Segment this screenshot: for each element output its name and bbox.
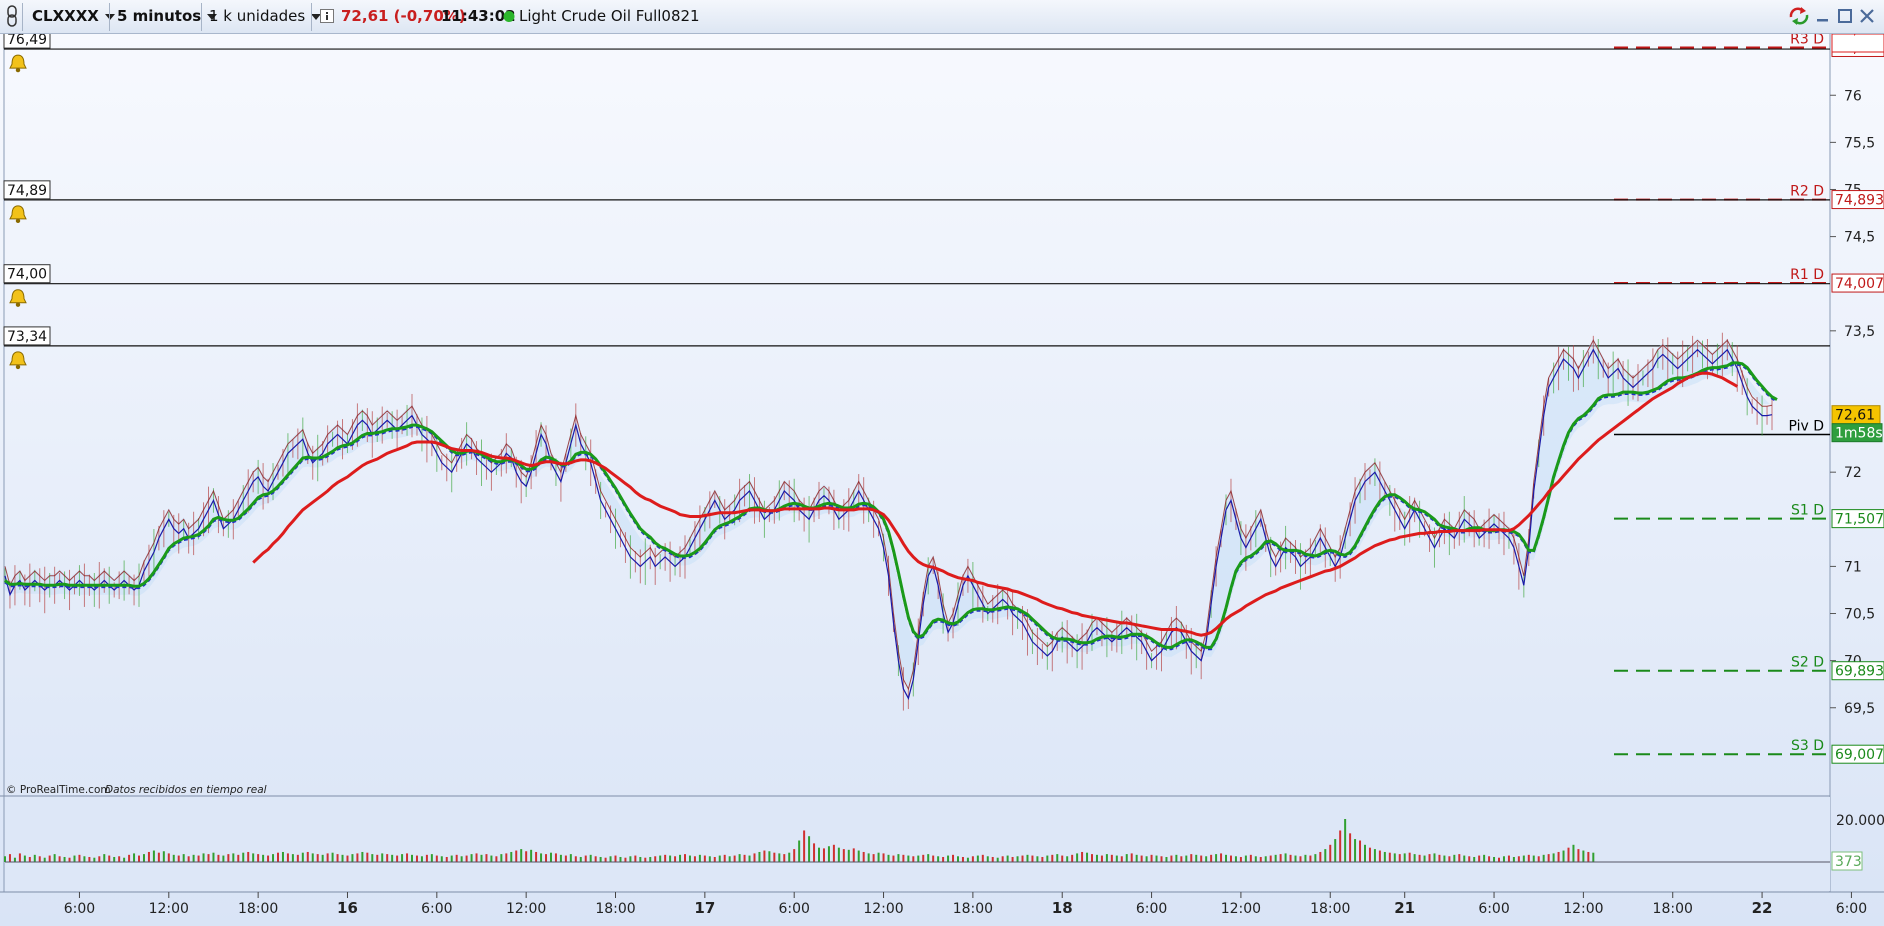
bell-clapper <box>15 302 21 307</box>
pivot-label: R2 D <box>1790 184 1824 200</box>
x-tick-label: 18:00 <box>1653 901 1693 917</box>
alert-price-label: 73,34 <box>7 329 47 345</box>
ma-value-label: 72,910 <box>1835 34 1884 38</box>
x-tick-label: 12:00 <box>506 901 546 917</box>
y-tick-label: 74,5 <box>1844 230 1875 246</box>
y-tick-label: 69,5 <box>1844 701 1875 717</box>
alert-price-label: 74,89 <box>7 183 47 199</box>
timeframe-selector[interactable]: 5 minutos <box>117 4 218 29</box>
x-tick-label: 12:00 <box>1221 901 1261 917</box>
bell-clapper <box>15 67 21 73</box>
copyright-text: © ProRealTime.com <box>6 784 111 796</box>
status-dot-icon <box>503 4 515 29</box>
volume-scale-label: 20.000 <box>1836 813 1884 829</box>
maximize-icon[interactable] <box>1836 6 1856 26</box>
units-selector[interactable]: 1 k unidades <box>209 4 322 29</box>
pivot-value: 71,507 <box>1835 512 1884 528</box>
symbol-selector[interactable]: CLXXXX <box>32 4 115 29</box>
x-tick-label: 12:00 <box>149 901 189 917</box>
volume-panel: 20.000 373 <box>4 797 1884 891</box>
x-tick-label: 22 <box>1752 899 1773 917</box>
x-tick-label: 6:00 <box>778 901 809 917</box>
x-tick-label: 18:00 <box>953 901 993 917</box>
chain-link-icon[interactable] <box>6 4 18 29</box>
x-tick-label: 6:00 <box>1136 901 1167 917</box>
y-tick-label: 73,5 <box>1844 324 1875 340</box>
x-tick-label: 18:00 <box>595 901 635 917</box>
minimize-icon[interactable] <box>1814 6 1834 26</box>
x-tick-label: 16 <box>337 899 358 917</box>
pivot-label: S1 D <box>1791 503 1824 519</box>
alert-price-label: 74,00 <box>7 267 47 283</box>
bell-clapper <box>15 364 21 370</box>
y-tick-label: 72 <box>1844 465 1862 481</box>
x-tick-label: 6:00 <box>421 901 452 917</box>
y-tick-label: 76 <box>1844 88 1862 104</box>
y-tick-label: 75,5 <box>1844 135 1875 151</box>
instrument-name: Light Crude Oil Full0821 <box>519 7 700 25</box>
y-tick-label: 71 <box>1844 559 1862 575</box>
pivot-label: R3 D <box>1790 34 1824 47</box>
x-tick-label: 18:00 <box>1310 901 1350 917</box>
x-tick-label: 6:00 <box>1478 901 1509 917</box>
pivot-label: Piv D <box>1788 418 1824 434</box>
info-icon[interactable] <box>320 4 334 29</box>
price-chart[interactable]: 7675,57574,573,5727170,57069,5 R3 D76,50… <box>0 34 1884 926</box>
x-tick-label: 6:00 <box>1836 901 1867 917</box>
pivot-label: S2 D <box>1791 655 1824 671</box>
y-tick-label: 70,5 <box>1844 607 1875 623</box>
x-tick-label: 12:00 <box>863 901 903 917</box>
volume-bg <box>5 797 1830 891</box>
countdown-label: 1m58s <box>1835 426 1883 442</box>
timeframe-label: 5 minutos <box>117 7 202 25</box>
alert-price-label: 76,49 <box>7 34 47 48</box>
x-tick-label: 18:00 <box>238 901 278 917</box>
data-note-text: Datos recibidos en tiempo real <box>105 784 267 796</box>
last-price-label: 72,61 <box>1835 408 1875 424</box>
pivot-label: S3 D <box>1791 738 1824 754</box>
pivot-label: R1 D <box>1790 267 1824 283</box>
volume-last-label: 373 <box>1835 854 1862 870</box>
x-tick-label: 18 <box>1052 899 1073 917</box>
pivot-value: 69,893 <box>1835 664 1884 680</box>
pivot-value: 74,893 <box>1835 193 1884 209</box>
bell-clapper <box>15 218 21 224</box>
x-tick-label: 6:00 <box>64 901 95 917</box>
x-tick-label: 12:00 <box>1563 901 1603 917</box>
x-tick-label: 17 <box>694 899 715 917</box>
symbol-label: CLXXXX <box>32 7 99 25</box>
x-tick-label: 21 <box>1394 899 1415 917</box>
pivot-value: 69,007 <box>1835 747 1884 763</box>
units-label: 1 k unidades <box>209 7 306 25</box>
refresh-icon[interactable] <box>1788 6 1809 26</box>
toolbar: CLXXXX 5 minutos 1 k unidades 72,61 (-0,… <box>0 0 1884 34</box>
pivot-value: 74,007 <box>1835 276 1884 292</box>
close-icon[interactable] <box>1858 6 1878 26</box>
